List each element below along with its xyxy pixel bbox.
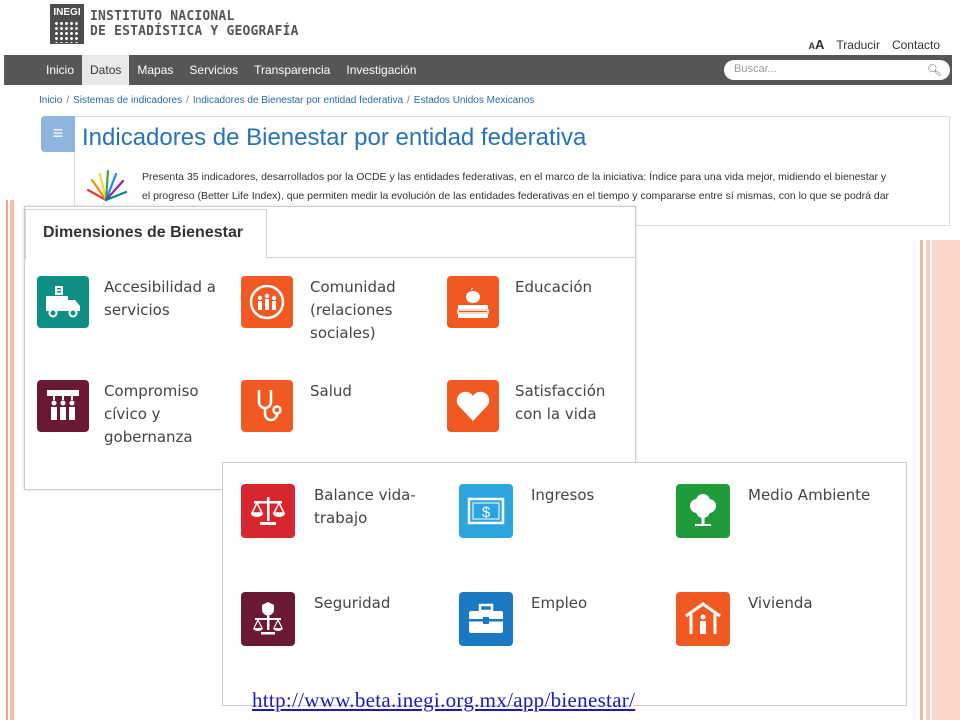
dimension-label-accesibilidad[interactable]: Accesibilidad a servicios: [104, 276, 224, 322]
left-decorative-stripe: [0, 200, 14, 720]
heart-icon[interactable]: [447, 380, 499, 432]
briefcase-icon[interactable]: [459, 592, 513, 646]
nav-item-investigacion[interactable]: Investigación: [338, 55, 424, 85]
page-title: Indicadores de Bienestar por entidad fed…: [82, 124, 587, 151]
text-size-toggle[interactable]: AA: [809, 37, 825, 52]
nav-item-transparencia[interactable]: Transparencia: [246, 55, 338, 85]
menu-toggle-button[interactable]: ≡: [41, 116, 75, 152]
ambulance-icon[interactable]: [37, 276, 89, 328]
translate-link[interactable]: Traducir: [836, 38, 880, 52]
dimension-label-satisfaccion[interactable]: Satisfacción con la vida: [515, 380, 635, 426]
dimension-label-balance[interactable]: Balance vida-trabajo: [314, 484, 434, 530]
dimension-label-empleo[interactable]: Empleo: [531, 592, 641, 615]
source-url-link[interactable]: http://www.beta.inegi.org.mx/app/bienest…: [252, 688, 635, 713]
dimension-label-comunidad[interactable]: Comunidad (relaciones sociales): [310, 276, 430, 345]
intro-text: Presenta 35 indicadores, desarrollados p…: [142, 168, 944, 206]
breadcrumb-estados[interactable]: Estados Unidos Mexicanos: [414, 95, 535, 106]
logo-mark-text: INEGI: [53, 7, 81, 18]
search-placeholder: Buscar...: [734, 63, 777, 75]
logo-line-2: DE ESTADÍSTICA Y GEOGRAFÍA: [90, 24, 299, 39]
inegi-logo[interactable]: INEGI INSTITUTO NACIONAL DE ESTADÍSTICA …: [50, 4, 299, 44]
money-icon[interactable]: $: [459, 484, 513, 538]
logo-wordmark: INSTITUTO NACIONAL DE ESTADÍSTICA Y GEOG…: [90, 9, 299, 39]
breadcrumb-indicadores[interactable]: Indicadores de Bienestar por entidad fed…: [193, 95, 403, 106]
breadcrumb-sistemas[interactable]: Sistemas de indicadores: [73, 95, 182, 106]
breadcrumb-inicio[interactable]: Inicio: [39, 95, 62, 106]
tab-divider: [267, 257, 635, 258]
search-icon[interactable]: 🔍︎: [927, 63, 942, 77]
stethoscope-icon[interactable]: [241, 380, 293, 432]
dimension-label-seguridad[interactable]: Seguridad: [314, 592, 424, 615]
dimension-label-medio-ambiente[interactable]: Medio Ambiente: [748, 484, 888, 507]
right-decorative-stripes: [920, 240, 960, 720]
hamburger-icon: ≡: [52, 123, 64, 143]
education-icon[interactable]: [447, 276, 499, 328]
svg-text:$: $: [482, 504, 491, 521]
breadcrumb: Inicio / Sistemas de indicadores / Indicador…: [39, 95, 535, 106]
tab-dimensiones[interactable]: Dimensiones de Bienestar: [25, 209, 267, 259]
scale-icon[interactable]: [241, 484, 295, 538]
logo-mark: INEGI: [50, 4, 84, 44]
dimension-label-ingresos[interactable]: Ingresos: [531, 484, 641, 507]
nav-item-servicios[interactable]: Servicios: [181, 55, 246, 85]
logo-line-1: INSTITUTO NACIONAL: [90, 9, 235, 24]
security-scale-icon[interactable]: [241, 592, 295, 646]
intro-line-2: el progreso (Better Life Index), que per…: [142, 190, 890, 202]
nav-item-mapas[interactable]: Mapas: [129, 55, 181, 85]
main-navbar: Inicio Datos Mapas Servicios Transparenc…: [4, 55, 952, 85]
contact-link[interactable]: Contacto: [892, 38, 940, 52]
dimension-label-salud[interactable]: Salud: [310, 380, 420, 403]
dimension-label-educacion[interactable]: Educación: [515, 276, 625, 299]
dimension-label-compromiso[interactable]: Compromiso cívico y gobernanza: [104, 380, 214, 449]
utility-links: AA Traducir Contacto: [809, 37, 941, 52]
community-icon[interactable]: [241, 276, 293, 328]
nav-item-datos[interactable]: Datos: [82, 55, 130, 85]
intro-line-1: Presenta 35 indicadores, desarrollados p…: [142, 171, 887, 183]
tree-icon[interactable]: [676, 484, 730, 538]
bienestar-burst-icon: [86, 169, 128, 202]
search-input[interactable]: Buscar... 🔍︎: [724, 60, 950, 80]
dimension-label-vivienda[interactable]: Vivienda: [748, 592, 858, 615]
civic-icon[interactable]: [37, 380, 89, 432]
nav-item-inicio[interactable]: Inicio: [38, 55, 82, 85]
house-icon[interactable]: [676, 592, 730, 646]
